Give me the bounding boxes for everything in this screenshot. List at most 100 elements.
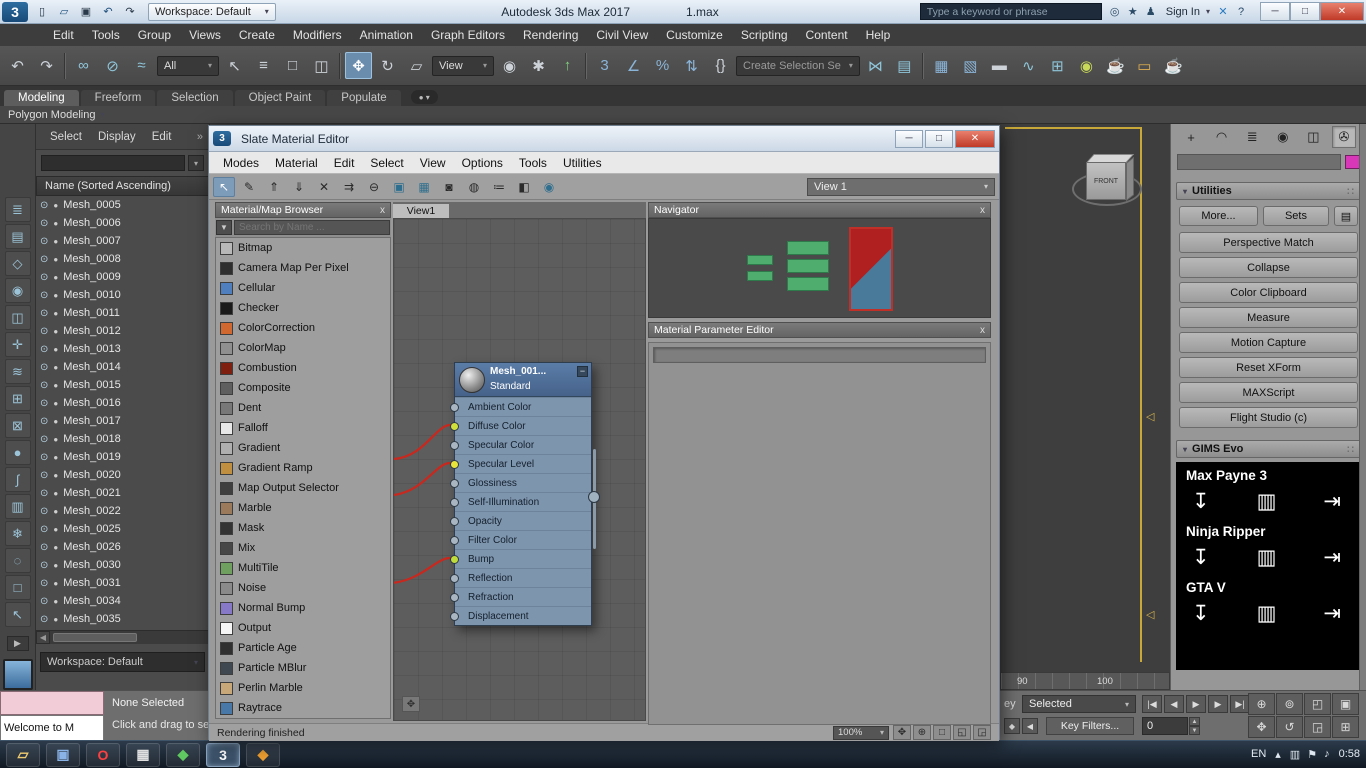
taskbar-save-button[interactable]: ▣ (46, 743, 80, 767)
explorer-column-header[interactable]: Name (Sorted Ascending) (36, 176, 209, 196)
download-icon[interactable]: ↧ (1192, 545, 1210, 570)
select-by-material-icon[interactable]: ◧ (513, 177, 535, 197)
list-item[interactable]: ⊙ ● Mesh_0014 (36, 358, 209, 376)
visibility-eye-icon[interactable]: ⊙ (40, 560, 48, 571)
show-background-icon[interactable]: ▣ (388, 177, 410, 197)
list-item[interactable]: ⊙ ● Mesh_0019 (36, 448, 209, 466)
material-slot[interactable]: Self-Illumination (455, 492, 591, 511)
assign-material-to-selection-icon[interactable]: ⇓ (288, 177, 310, 197)
use-pivot-center-icon[interactable]: ◉ (496, 52, 523, 79)
visibility-eye-icon[interactable]: ⊙ (40, 362, 48, 373)
explorer-tab[interactable]: Display (90, 129, 144, 145)
slot-socket[interactable] (450, 479, 459, 488)
select-object-icon[interactable]: ↖ (221, 52, 248, 79)
map-type-item[interactable]: ColorMap (216, 338, 390, 358)
new-scene-icon[interactable]: ▯ (32, 3, 52, 21)
map-type-item[interactable]: Cellular (216, 278, 390, 298)
delete-selected-icon[interactable]: ✕ (313, 177, 335, 197)
menu-item[interactable]: Utilities (555, 152, 610, 174)
export-icon[interactable]: ⇥ (1323, 601, 1341, 626)
expand-arrow-button[interactable]: ▶ (7, 636, 29, 651)
list-item[interactable]: ⊙ ● Mesh_0035 (36, 610, 209, 628)
visibility-eye-icon[interactable]: ⊙ (40, 524, 48, 535)
zoom-extents-icon[interactable]: ◱ (953, 725, 971, 740)
map-type-item[interactable]: Normal Bump (216, 598, 390, 618)
map-type-item[interactable]: Falloff (216, 418, 390, 438)
visibility-eye-icon[interactable]: ⊙ (40, 578, 48, 589)
slot-socket[interactable] (450, 555, 459, 564)
ribbon-tab[interactable]: Freeform (81, 90, 156, 106)
search-options-icon[interactable]: ▾ (188, 155, 204, 171)
map-type-item[interactable]: Composite (216, 378, 390, 398)
display-geometry-icon[interactable]: ▤ (5, 224, 31, 249)
taskbar-checker-button[interactable]: ▦ (126, 743, 160, 767)
material-slot[interactable]: Refraction (455, 587, 591, 606)
view-cube[interactable]: FRONT (1072, 146, 1144, 218)
slot-socket[interactable] (450, 441, 459, 450)
hide-unused-nodeslots-icon[interactable]: ⊖ (363, 177, 385, 197)
map-type-item[interactable]: Checker (216, 298, 390, 318)
motion-tab-icon[interactable]: ◉ (1271, 126, 1295, 148)
material-slot[interactable]: Opacity (455, 511, 591, 530)
menu-item[interactable]: Edit (44, 24, 83, 46)
minimize-button[interactable]: ─ (1260, 2, 1290, 21)
keyboard-override-icon[interactable]: ↑ (554, 52, 581, 79)
sets-config-icon[interactable]: ▤ (1334, 206, 1358, 226)
zoom-region-icon[interactable]: ◲ (1304, 716, 1331, 738)
utilities-rollout-header[interactable]: ▾ Utilities ∷ (1176, 182, 1361, 200)
sign-in-button[interactable]: Sign In (1164, 6, 1202, 18)
show-end-result-icon[interactable]: ◍ (463, 177, 485, 197)
menu-item[interactable]: Tools (83, 24, 129, 46)
utility-button[interactable]: MAXScript (1179, 382, 1358, 403)
speaker-icon[interactable]: ♪ (1324, 748, 1330, 760)
spinner-down-icon[interactable]: ▼ (1189, 726, 1200, 735)
list-item[interactable]: ⊙ ● Mesh_0016 (36, 394, 209, 412)
map-type-item[interactable]: Particle MBlur (216, 658, 390, 678)
trash-icon[interactable]: ▥ (1257, 601, 1277, 626)
slot-socket[interactable] (450, 460, 459, 469)
ribbon-tab[interactable]: Populate (327, 90, 400, 106)
display-containers-icon[interactable]: ▥ (5, 494, 31, 519)
navigator-minimap[interactable] (648, 218, 991, 318)
panel-scrollbar[interactable] (1359, 124, 1366, 690)
user-icon[interactable]: ♟ (1142, 3, 1160, 21)
select-and-rotate-icon[interactable]: ↻ (374, 52, 401, 79)
display-frozen-icon[interactable]: ❄ (5, 521, 31, 546)
panel-field[interactable] (1177, 154, 1341, 170)
visibility-eye-icon[interactable]: ⊙ (40, 416, 48, 427)
slot-socket[interactable] (450, 517, 459, 526)
zoom-level-dropdown[interactable]: 100% ▾ (833, 726, 889, 740)
favorites-icon[interactable]: ★ (1124, 3, 1142, 21)
visibility-eye-icon[interactable]: ⊙ (40, 470, 48, 481)
map-type-item[interactable]: MultiTile (216, 558, 390, 578)
display-xref-icon[interactable]: ⊠ (5, 413, 31, 438)
pick-material-from-object-icon[interactable]: ✎ (238, 177, 260, 197)
move-children-icon[interactable]: ⇉ (338, 177, 360, 197)
visibility-eye-icon[interactable]: ⊙ (40, 200, 48, 211)
visibility-eye-icon[interactable]: ⊙ (40, 452, 48, 463)
map-type-item[interactable]: Camera Map Per Pixel (216, 258, 390, 278)
slot-socket[interactable] (450, 574, 459, 583)
menu-item[interactable]: Graph Editors (422, 24, 514, 46)
list-item[interactable]: ⊙ ● Mesh_0021 (36, 484, 209, 502)
auto-key-button-partial[interactable]: ey (1004, 698, 1016, 710)
panel-swatch-button[interactable] (3, 659, 33, 690)
put-material-to-scene-icon[interactable]: ⇑ (263, 177, 285, 197)
visibility-eye-icon[interactable]: ⊙ (40, 218, 48, 229)
map-type-item[interactable]: Raytrace (216, 698, 390, 718)
splitter-arrow-icon[interactable]: ◁ (1146, 410, 1154, 423)
exchange-store-icon[interactable]: ✕ (1214, 3, 1232, 21)
material-slot[interactable]: Specular Color (455, 435, 591, 454)
sme-close-button[interactable]: ✕ (955, 130, 995, 148)
menu-item[interactable]: Tools (511, 152, 555, 174)
display-materials-icon[interactable]: ● (5, 440, 31, 465)
go-to-start-icon[interactable]: |◀ (1142, 695, 1162, 713)
zoom-icon[interactable]: ⊕ (1248, 693, 1275, 715)
utility-button[interactable]: Motion Capture (1179, 332, 1358, 353)
menu-item[interactable]: Help (857, 24, 900, 46)
visibility-eye-icon[interactable]: ⊙ (40, 398, 48, 409)
map-type-item[interactable]: Dent (216, 398, 390, 418)
utility-button[interactable]: Measure (1179, 307, 1358, 328)
ribbon-toggle-icon[interactable]: ▬ (986, 52, 1013, 79)
utility-button[interactable]: Reset XForm (1179, 357, 1358, 378)
